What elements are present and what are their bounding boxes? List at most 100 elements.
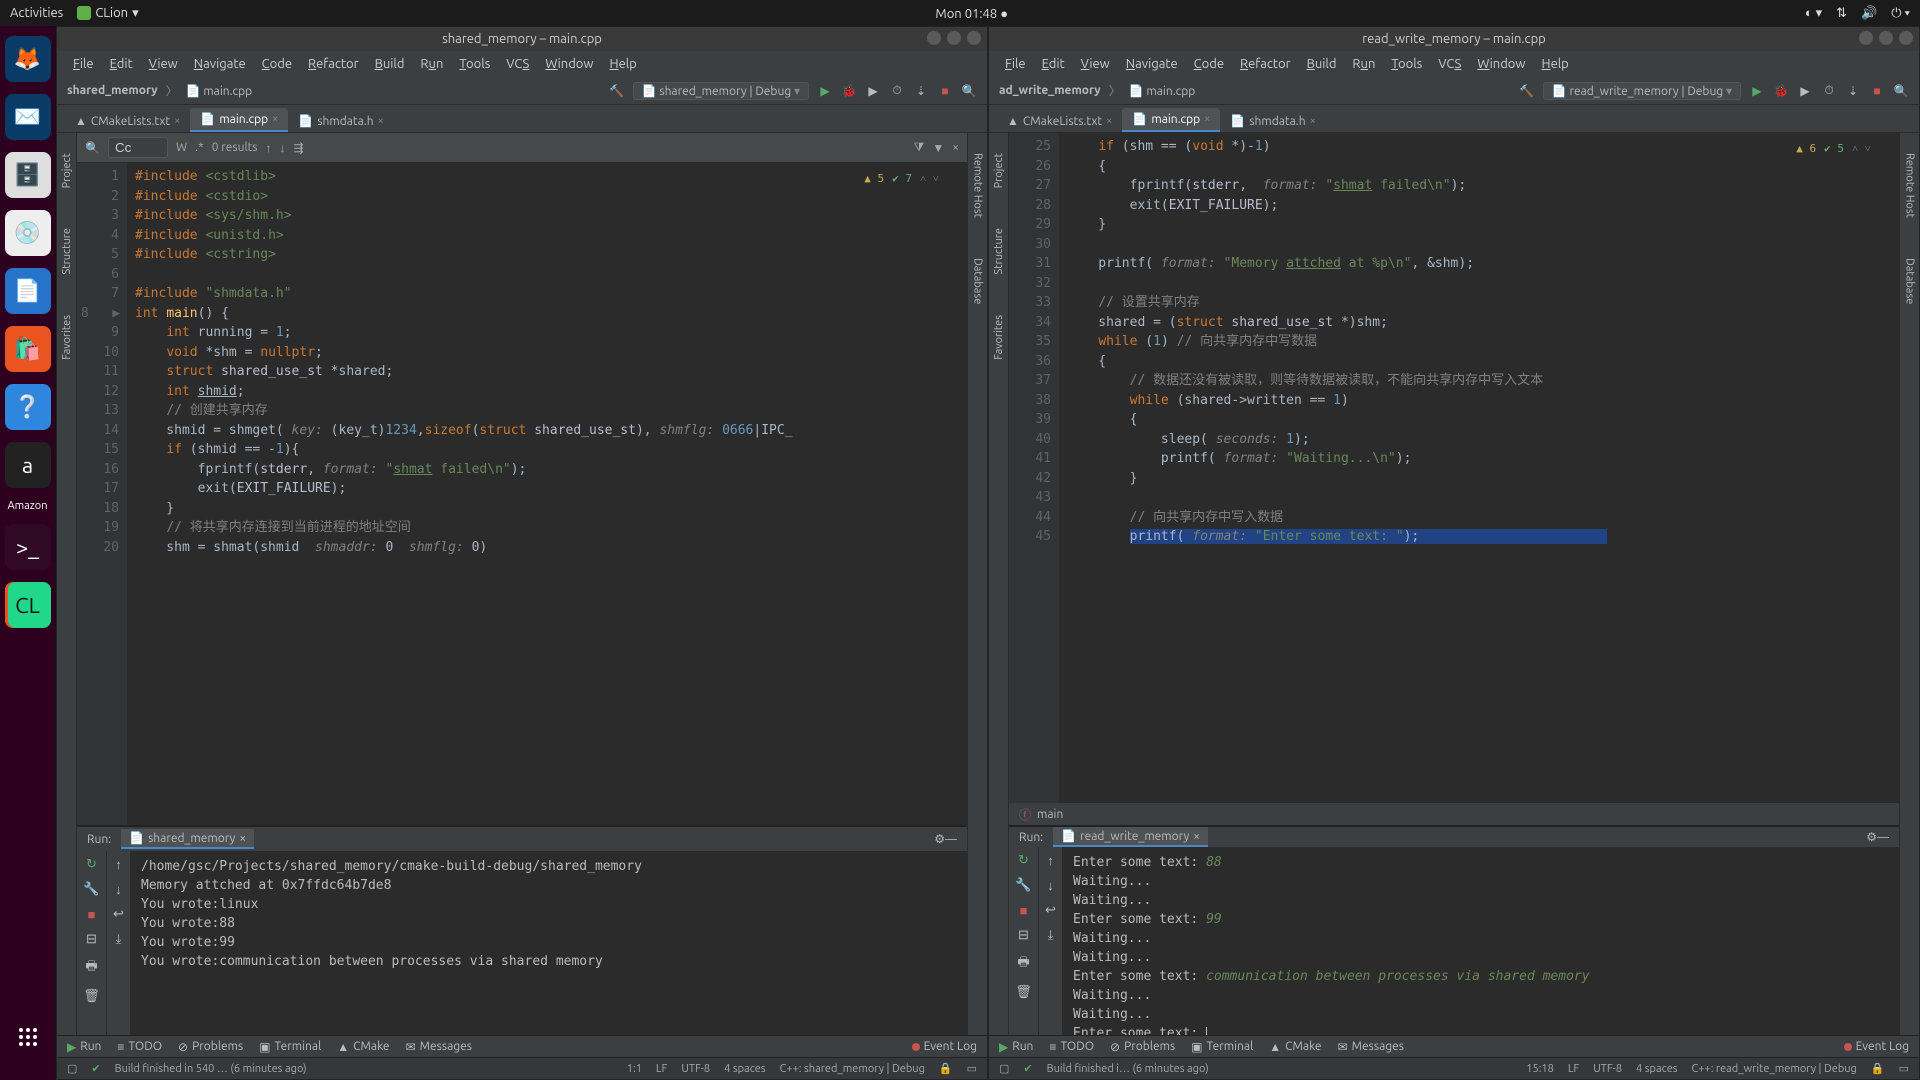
menu-tools[interactable]: Tools	[1385, 55, 1428, 73]
run-config-selector[interactable]: 📄 shared_memory | Debug ▾	[633, 82, 809, 100]
trash-icon[interactable]: 🗑	[1015, 985, 1032, 1000]
line-gutter[interactable]: 25 26 27 28 29 30 31 32 33 34 35 36 37 3…	[1009, 133, 1059, 803]
run-button[interactable]: ▶	[1749, 83, 1765, 99]
show-apps-icon[interactable]	[5, 1014, 51, 1060]
menu-code[interactable]: Code	[1188, 55, 1230, 73]
messages-tool-button[interactable]: ✉ Messages	[406, 1040, 472, 1054]
hammer-icon[interactable]: 🔨	[1519, 83, 1535, 99]
close-icon[interactable]: ×	[1204, 113, 1210, 125]
find-input[interactable]	[108, 137, 168, 158]
search-icon[interactable]: 🔍	[961, 83, 977, 99]
attach-button[interactable]: ⇣	[913, 83, 929, 99]
soft-wrap-icon[interactable]: ↩	[113, 907, 124, 922]
volume-icon[interactable]: 🔊	[1861, 6, 1877, 21]
console-output[interactable]: /home/gsc/Projects/shared_memory/cmake-b…	[131, 851, 967, 1035]
run-config-tab[interactable]: 📄 shared_memory ×	[121, 829, 254, 849]
app-menu[interactable]: CLion ▾	[77, 6, 138, 21]
profile-button[interactable]: ⏱	[1821, 83, 1837, 99]
favorites-tool-button[interactable]: Favorites	[993, 315, 1005, 360]
layout-icon[interactable]: ⊟	[86, 932, 97, 947]
breadcrumb-file[interactable]: 📄 main.cpp	[1129, 84, 1196, 98]
event-log-button[interactable]: Event Log	[912, 1040, 977, 1053]
tab-shmdata[interactable]: 📄 shmdata.h ×	[288, 110, 393, 132]
messages-tool-button[interactable]: ✉ Messages	[1338, 1040, 1404, 1054]
menu-file[interactable]: File	[999, 55, 1032, 73]
menu-build[interactable]: Build	[1301, 55, 1343, 73]
gear-icon[interactable]: ⚙	[934, 832, 945, 846]
structure-tool-button[interactable]: Structure	[61, 228, 73, 275]
search-icon[interactable]: 🔍	[1893, 83, 1909, 99]
menu-navigate[interactable]: Navigate	[1120, 55, 1184, 73]
tool-windows-button[interactable]: ▢	[67, 1062, 77, 1075]
indent[interactable]: 4 spaces	[1636, 1063, 1678, 1075]
hammer-icon[interactable]: 🔨	[609, 83, 625, 99]
tab-main-cpp[interactable]: 📄 main.cpp ×	[190, 108, 288, 132]
menu-window[interactable]: Window	[539, 55, 599, 73]
todo-tool-button[interactable]: ≡ TODO	[1049, 1040, 1094, 1054]
titlebar[interactable]: read_write_memory – main.cpp	[989, 27, 1919, 51]
run-tool-button[interactable]: ▶ Run	[999, 1040, 1033, 1054]
regex-button[interactable]: .*	[195, 141, 204, 154]
close-icon[interactable]: ×	[272, 113, 278, 125]
cmake-tool-button[interactable]: ▲ CMake	[1269, 1040, 1321, 1054]
run-tool-button[interactable]: ▶ Run	[67, 1040, 101, 1054]
close-icon[interactable]: ×	[1310, 115, 1316, 127]
close-button[interactable]	[967, 31, 981, 45]
coverage-button[interactable]: ▶	[1797, 83, 1813, 99]
soft-wrap-icon[interactable]: ↩	[1045, 903, 1056, 918]
lock-icon[interactable]: 🔒	[939, 1062, 953, 1075]
search-icon[interactable]: 🔍	[85, 141, 100, 155]
close-icon[interactable]: ×	[174, 115, 180, 127]
attach-button[interactable]: ⇣	[1845, 83, 1861, 99]
maximize-button[interactable]	[947, 31, 961, 45]
close-button[interactable]	[1899, 31, 1913, 45]
a11y-icon[interactable]: ◐ ▾	[1805, 5, 1822, 21]
up-arrow-icon[interactable]: ↑	[115, 857, 122, 872]
tool-windows-button[interactable]: ▢	[999, 1062, 1009, 1075]
maximize-button[interactable]	[1879, 31, 1893, 45]
scroll-end-icon[interactable]: ⤓	[116, 932, 122, 947]
run-button[interactable]: ▶	[817, 83, 833, 99]
breadcrumb-file[interactable]: 📄 main.cpp	[186, 84, 253, 98]
activities-button[interactable]: Activities	[10, 6, 63, 20]
menu-code[interactable]: Code	[256, 55, 298, 73]
filter-icon[interactable]: ⧩	[914, 141, 925, 155]
hide-button[interactable]: —	[1877, 831, 1889, 844]
menu-vcs[interactable]: VCS	[500, 55, 535, 73]
files-icon[interactable]: 🗄️	[5, 152, 51, 198]
cmake-tool-button[interactable]: ▲ CMake	[337, 1040, 389, 1054]
close-icon[interactable]: ×	[378, 115, 384, 127]
problems-tool-button[interactable]: ⊘ Problems	[178, 1040, 243, 1054]
amazon-icon[interactable]: a	[5, 442, 51, 488]
run-config-tab[interactable]: 📄 read_write_memory ×	[1053, 827, 1208, 847]
menu-run[interactable]: Run	[1346, 55, 1381, 73]
structure-tool-button[interactable]: Structure	[993, 228, 1005, 275]
profile-button[interactable]: ⏱	[889, 83, 905, 99]
minimize-button[interactable]	[927, 31, 941, 45]
down-arrow-icon[interactable]: ↓	[115, 882, 122, 897]
database-tool-button[interactable]: Database	[1904, 258, 1916, 304]
debug-button[interactable]: 🐞	[841, 83, 857, 99]
menu-refactor[interactable]: Refactor	[302, 55, 365, 73]
menu-help[interactable]: Help	[604, 55, 643, 73]
rerun-button[interactable]: ↻	[1018, 853, 1029, 868]
tab-cmakelists[interactable]: ▲ CMakeLists.txt ×	[65, 110, 190, 132]
print-icon[interactable]: 🖶	[85, 957, 97, 979]
network-icon[interactable]: ⇅	[1836, 6, 1847, 21]
project-tool-button[interactable]: Project	[61, 153, 73, 188]
menu-edit[interactable]: Edit	[1036, 55, 1071, 73]
menu-build[interactable]: Build	[369, 55, 411, 73]
code-editor[interactable]: ▲ 6 ✔ 5 ˄ ˅ if (shm == (void *)-1) { fpr…	[1059, 133, 1899, 803]
remote-host-tool-button[interactable]: Remote Host	[972, 153, 984, 218]
context[interactable]: C++: shared_memory | Debug	[780, 1063, 925, 1075]
next-match-button[interactable]: ↓	[280, 141, 286, 155]
problems-tool-button[interactable]: ⊘ Problems	[1110, 1040, 1175, 1054]
database-tool-button[interactable]: Database	[972, 258, 984, 304]
minimize-button[interactable]	[1859, 31, 1873, 45]
wrench-icon[interactable]: 🔧	[1015, 878, 1031, 893]
writer-icon[interactable]: 📄	[5, 268, 51, 314]
up-arrow-icon[interactable]: ↑	[1047, 853, 1054, 868]
terminal-icon[interactable]: >_	[5, 524, 51, 570]
match-case-button[interactable]: W	[176, 141, 187, 154]
down-arrow-icon[interactable]: ↓	[1047, 878, 1054, 893]
